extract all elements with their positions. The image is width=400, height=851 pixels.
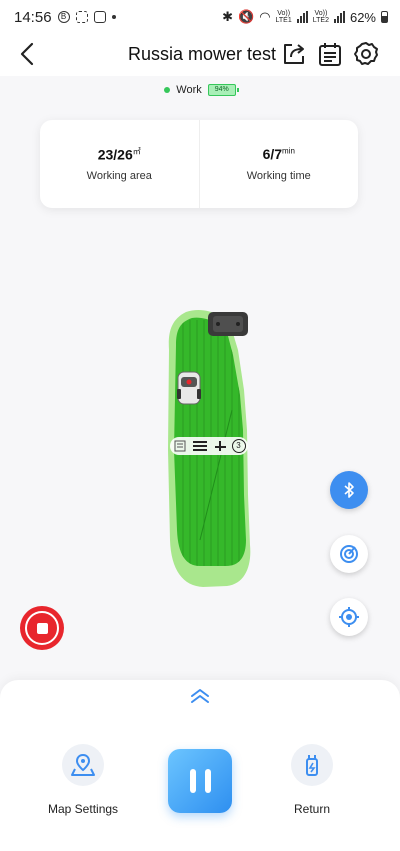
time-value: 6/7 [262,146,283,162]
return-label: Return [293,802,331,816]
pause-button[interactable] [168,749,232,813]
map-pin-icon [71,753,96,776]
area-label: Working area [86,170,152,183]
stop-icon [36,622,48,634]
time-label: Working time [246,170,311,182]
bluetooth-button[interactable] [330,471,368,509]
pause-icon [189,769,196,793]
area-value: 23/26 [97,146,133,163]
map-settings-label: Map Settings [48,802,119,816]
bluetooth-icon [344,482,354,498]
bottom-panel: Map Settings Return [0,680,400,851]
stop-button[interactable] [20,606,64,650]
map-settings-button[interactable]: Map Settings [48,744,118,816]
list-icon[interactable] [173,439,187,453]
radar-icon [340,545,358,563]
locate-icon [339,607,359,627]
working-area-stat: 23/26㎡ Working area [40,120,199,208]
return-button[interactable]: Return [291,744,333,816]
radar-button[interactable] [330,535,368,573]
double-chevron-up-icon[interactable] [189,688,211,704]
charging-station-icon[interactable] [208,312,248,336]
stats-card: 23/26㎡ Working area 6/7min Working time [40,120,358,208]
map-toolbar: 3 [170,437,248,455]
working-time-stat: 6/7min Working time [198,120,359,208]
mowing-pattern-icon[interactable] [213,439,227,453]
menu-icon[interactable] [192,439,208,453]
area-unit: ㎡ [132,146,141,156]
info-icon[interactable]: 3 [231,439,246,453]
mower-icon[interactable] [177,371,201,405]
charging-plug-icon [306,755,318,776]
time-unit: min [282,146,295,156]
locate-button[interactable] [330,598,368,636]
